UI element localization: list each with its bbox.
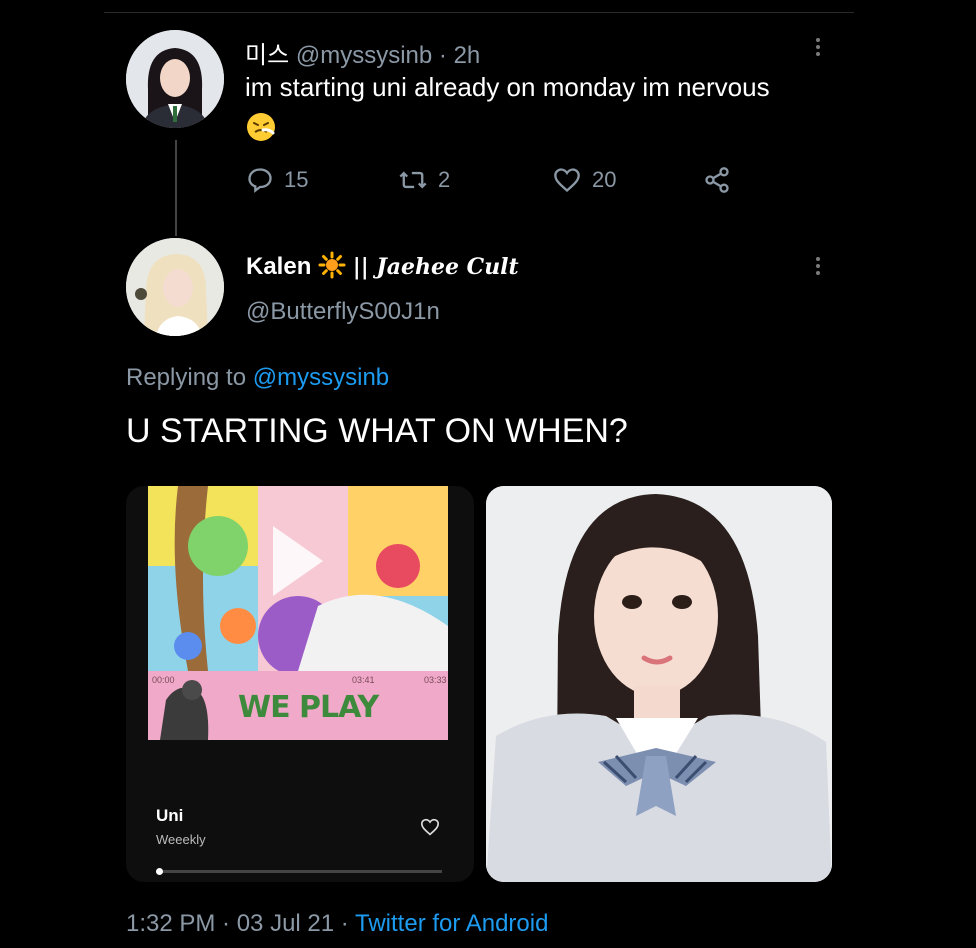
- playback-progress-knob[interactable]: [156, 868, 163, 875]
- replying-to-link[interactable]: @myssysinb: [253, 364, 389, 391]
- original-handle[interactable]: @myssysinb: [296, 42, 432, 69]
- reply-display-name[interactable]: Kalen: [246, 253, 311, 280]
- avatar-butterflys00j1n[interactable]: [126, 238, 224, 336]
- sun-emoji-icon: [318, 251, 346, 279]
- top-divider: [104, 12, 854, 13]
- time-left: 00:00: [152, 675, 175, 685]
- reply-name-suffix: || Jaehee Cult: [352, 254, 519, 280]
- retweet-icon: [399, 171, 427, 189]
- share-icon[interactable]: [702, 166, 732, 194]
- original-display-name[interactable]: 미스: [245, 42, 289, 69]
- nervous-emoji-icon: [247, 113, 275, 141]
- retweet-action[interactable]: 2: [398, 166, 450, 194]
- heart-icon: [554, 168, 580, 193]
- album-title-text: WE PLAY: [238, 690, 379, 725]
- reply-bubble-icon: [248, 168, 272, 193]
- portrait-photo-media[interactable]: [486, 486, 832, 882]
- avatar-portrait-image: [126, 30, 224, 128]
- thread-connector-line: [175, 140, 177, 236]
- original-time: · 2h: [438, 42, 481, 69]
- reply-tweet-text: U STARTING WHAT ON WHEN?: [126, 412, 628, 450]
- time-mid: 03:41: [352, 675, 375, 685]
- time-right: 03:33: [424, 675, 447, 685]
- tweet-meta-row: 1:32 PM · 03 Jul 21 · Twitter for Androi…: [126, 910, 548, 938]
- avatar-myssysinb[interactable]: [126, 30, 224, 128]
- like-song-heart-icon[interactable]: [420, 818, 440, 836]
- song-artist: Weeekly: [156, 832, 206, 847]
- tweet-timestamp[interactable]: 1:32 PM · 03 Jul 21 ·: [126, 910, 349, 937]
- playback-progress-bar[interactable]: [156, 868, 442, 875]
- portrait-photo-image: [486, 486, 832, 882]
- like-action[interactable]: 20: [552, 166, 616, 194]
- replying-to-line: Replying to @myssysinb: [126, 364, 389, 392]
- replying-to-prefix: Replying to: [126, 364, 247, 391]
- like-count: 20: [592, 167, 617, 192]
- avatar-blonde-portrait-image: [126, 238, 224, 336]
- original-more-menu-icon[interactable]: [816, 35, 822, 59]
- reply-name-row: Kalen || Jaehee Cult: [246, 251, 519, 281]
- original-tweet-text: im starting uni already on monday im ner…: [245, 72, 770, 102]
- music-player-media[interactable]: WE PLAY 00:00 03:41 03:33 Uni Weeekly: [126, 486, 474, 882]
- reply-count: 15: [284, 167, 309, 192]
- tweet-source-link[interactable]: Twitter for Android: [355, 910, 548, 937]
- retweet-count: 2: [438, 167, 451, 192]
- reply-handle[interactable]: @ButterflyS00J1n: [246, 298, 440, 326]
- reply-action[interactable]: 15: [246, 166, 308, 194]
- song-title: Uni: [156, 806, 184, 825]
- reply-more-menu-icon[interactable]: [816, 254, 822, 278]
- original-name-row: 미스 @myssysinb · 2h: [245, 35, 480, 70]
